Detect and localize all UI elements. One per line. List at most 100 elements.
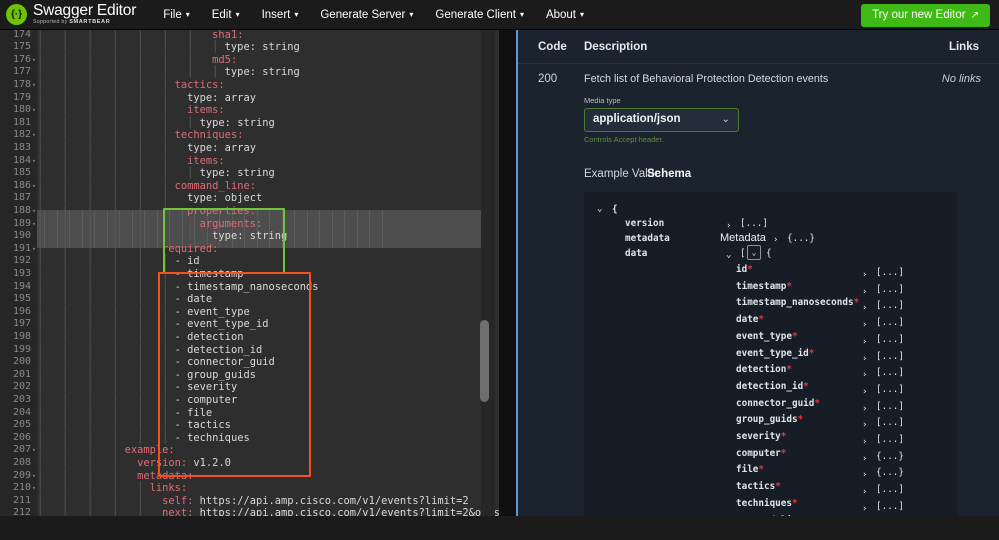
- required-marker: *: [747, 264, 753, 275]
- expand-date-icon[interactable]: ›: [862, 320, 867, 330]
- indent-guides: │ │ │ │ │ │: [37, 431, 175, 444]
- code-line: │ │ │ │ │ │ - timestamp: [37, 268, 243, 281]
- code-line: │ │ │ │ │ links:: [37, 482, 187, 495]
- menu-generate-client[interactable]: Generate Client ▾: [424, 5, 535, 25]
- array-item-toggle-button[interactable]: ⌄: [747, 245, 761, 260]
- code-line: │ │ │ │ │ │ - timestamp_nanoseconds: [37, 281, 319, 294]
- required-marker: *: [797, 414, 804, 426]
- menu-file-label: File: [163, 8, 182, 21]
- indent-guides: │ │ │ │ │ │: [37, 267, 175, 280]
- schema-value-severity: [...]: [876, 434, 904, 445]
- expand-group_guids-icon[interactable]: ›: [862, 420, 867, 430]
- yaml-value: - severity: [174, 381, 238, 394]
- menu-about[interactable]: About ▾: [535, 5, 595, 25]
- try-new-editor-label: Try our new Editor: [872, 9, 966, 21]
- indent-guides: │ │ │ │ │ │ │: [37, 30, 213, 41]
- expand-detection_id-icon[interactable]: ›: [862, 387, 867, 397]
- indent-guides: │ │ │ │ │ │: [37, 192, 188, 205]
- expand-data-icon[interactable]: ⌄: [726, 250, 731, 260]
- response-links-value: No links: [941, 73, 981, 85]
- expand-techniques-icon[interactable]: ›: [862, 504, 867, 514]
- code-line: │ │ │ │ │ │ type: object: [37, 192, 262, 205]
- expand-version-icon[interactable]: ›: [726, 221, 731, 231]
- line-number: 201: [12, 368, 31, 380]
- expand-severity-icon[interactable]: ›: [862, 437, 867, 447]
- indent-guides: │ │ │ │: [37, 444, 125, 457]
- yaml-value: - detection_id: [174, 343, 263, 356]
- indent-guides: │ │ │ │ │ │ │: [37, 230, 213, 243]
- menu-insert[interactable]: Insert ▾: [251, 5, 310, 25]
- expand-tactics-icon[interactable]: ›: [862, 487, 867, 497]
- line-number: 205: [12, 419, 31, 431]
- indent-guides: │ │ │ │ │ │: [37, 129, 175, 142]
- schema-value-computer: {...}: [876, 450, 904, 462]
- required-marker: *: [803, 380, 809, 392]
- code-line: │ │ │ │ │ │ - severity: [37, 381, 237, 394]
- yaml-editor[interactable]: 174 175 176 ▾ 177 178 ▾ 179 180 ▾ 181 182 ▾ 183 184 ▾ 18…: [0, 30, 499, 516]
- expand-timestamp-icon[interactable]: ›: [862, 287, 867, 297]
- menu-edit-label: Edit: [211, 8, 232, 21]
- yaml-value: - techniques: [174, 431, 250, 444]
- schema-node-detection: detection*: [736, 364, 792, 376]
- expand-connector_guid-icon[interactable]: ›: [862, 404, 867, 414]
- indent-guides: │ │ │ │ │ │ │ │: [37, 41, 225, 54]
- schema-value-connector_guid: [...]: [876, 400, 904, 412]
- indent-guides: │ │ │ │ │ │: [37, 154, 188, 167]
- indent-guides: │ │ │ │ │ │: [37, 419, 175, 432]
- indent-guide-tick: [344, 210, 345, 248]
- menu-edit[interactable]: Edit ▾: [201, 5, 251, 25]
- yaml-value: - id: [174, 255, 200, 268]
- required-marker: *: [791, 497, 798, 509]
- schema-node-version: version: [625, 218, 665, 229]
- line-number: 199: [12, 343, 31, 355]
- editor-scrollbar-track[interactable]: [480, 30, 495, 516]
- schema-value-file: {...}: [876, 467, 904, 479]
- try-new-editor-button[interactable]: Try our new Editor ↗: [861, 4, 990, 27]
- yaml-value: type: string: [224, 41, 300, 54]
- code-line: │ │ │ │ │ │ type: array: [37, 92, 256, 105]
- menu-file[interactable]: File ▾: [152, 5, 201, 25]
- expand-event_type_id-icon[interactable]: ›: [862, 354, 867, 364]
- tab-schema[interactable]: Schema: [647, 168, 691, 180]
- expand-file-icon[interactable]: ›: [862, 470, 867, 480]
- yaml-key: next:: [162, 507, 194, 516]
- expand-event_type-icon[interactable]: ›: [862, 337, 867, 347]
- required-marker: *: [758, 464, 764, 476]
- expand-metadata-icon[interactable]: ›: [773, 235, 778, 245]
- expand-computer-icon[interactable]: ›: [862, 454, 867, 464]
- code-line: │ │ │ │ │ │ - techniques: [37, 432, 250, 445]
- yaml-value: type: string: [224, 66, 300, 79]
- indent-guides: │ │ │ │ │ │: [37, 356, 175, 369]
- schema-value-timestamp: [...]: [876, 283, 904, 295]
- yaml-value: type: array: [187, 91, 256, 104]
- expand-id-icon[interactable]: ›: [862, 270, 867, 280]
- chevron-down-icon: ⌄: [721, 114, 730, 125]
- expand-detection-icon[interactable]: ›: [862, 370, 867, 380]
- root-brace: {: [612, 204, 618, 215]
- line-number: 189: [12, 217, 31, 229]
- schema-node-event_type_id: event_type_id*: [736, 347, 815, 359]
- schema-tree[interactable]: ⌄{version › [...] metadata Metadata › {...} dat…: [584, 192, 957, 516]
- column-header-code: Code: [538, 41, 567, 53]
- menu-generate-client-label: Generate Client: [435, 8, 516, 21]
- yaml-key: self:: [162, 494, 194, 507]
- code-line: │ │ │ │ │ │ - group_guids: [37, 369, 256, 382]
- required-marker: *: [758, 314, 764, 326]
- editor-scrollbar-thumb[interactable]: [480, 320, 489, 402]
- media-type-select[interactable]: application/json ⌄: [584, 108, 739, 132]
- line-number: 179: [12, 91, 31, 103]
- menu-generate-server[interactable]: Generate Server ▾: [309, 5, 424, 25]
- indent-guides: │ │ │ │ │ │: [37, 305, 175, 318]
- line-number: 207: [12, 444, 31, 456]
- line-number: 196: [12, 305, 31, 317]
- responses-table-header: Code Description Links: [518, 30, 999, 64]
- yaml-value: type: string: [199, 167, 275, 180]
- yaml-key: sha1:: [212, 30, 244, 41]
- schema-object-open: {: [766, 248, 772, 259]
- indent-guide-tick: [294, 210, 295, 248]
- column-header-description: Description: [584, 41, 648, 53]
- chevron-down-icon: ▾: [235, 9, 240, 19]
- line-number: 203: [12, 393, 31, 405]
- expand-timestamp_nanoseconds-icon[interactable]: ›: [862, 303, 867, 313]
- expand-root-icon[interactable]: ⌄: [597, 204, 602, 214]
